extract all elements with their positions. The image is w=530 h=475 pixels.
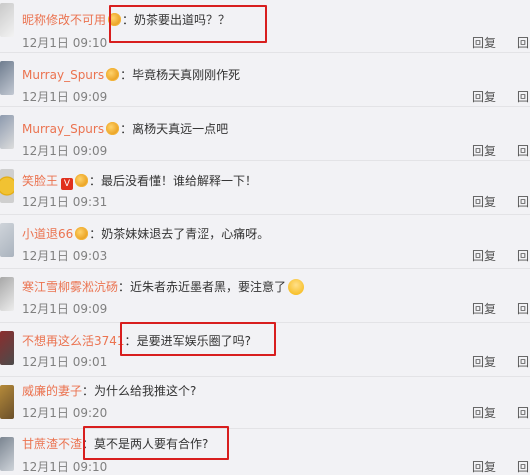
reply-button-partial[interactable]: 回 [517,404,529,421]
username[interactable]: Murray_Spurs [22,68,104,82]
reply-button[interactable]: 回复 [472,34,496,51]
comment-text: 奶茶妹妹退去了青涩，心痛呀。 [101,227,270,241]
username[interactable]: 笑脸王 [22,174,58,188]
reply-button[interactable]: 回复 [472,142,496,159]
avatar[interactable] [0,115,14,149]
username[interactable]: 寒江雪柳雾淞沆砀 [22,280,118,294]
avatar[interactable] [0,3,14,37]
timestamp: 12月1日 09:10 [22,36,108,50]
comment-list: 昵称修改不可用 ：奶茶要出道吗？？ 12月1日 09:10 回复 回 Murray… [0,0,530,475]
comment-text: 是要进军娱乐圈了吗? [136,334,251,348]
reply-button-partial[interactable]: 回 [517,88,529,105]
timestamp: 12月1日 09:09 [22,302,108,316]
comment-item: 笑脸王 V ：最后没看懂！谁给解释一下！ 12月1日 09:31 回复 回 [0,160,530,215]
reply-button-partial[interactable]: 回 [517,34,529,51]
timestamp: 12月1日 09:01 [22,355,108,369]
comment-text: 最后没看懂！谁给解释一下！ [101,174,258,188]
username[interactable]: 不想再这么活3741 [22,334,125,348]
member-badge-icon [106,68,120,81]
reply-button[interactable]: 回复 [472,300,496,317]
vip-badge-icon: V [61,178,74,190]
reply-button[interactable]: 回复 [472,404,496,421]
comment-item: 甘蔗渣不渣：莫不是两人要有合作? 12月1日 09:10 回复 回 [0,428,530,475]
comment-text: 为什么给我推这个? [94,384,197,398]
comment-text: 近朱者赤近墨者黑，要注意了 [130,280,287,294]
username[interactable]: Murray_Spurs [22,122,104,136]
reply-button-partial[interactable]: 回 [517,193,529,210]
timestamp: 12月1日 09:10 [22,460,108,474]
comment-item: Murray_Spurs ：毕竟杨天真刚刚作死 12月1日 09:09 回复 回 [0,52,530,107]
avatar[interactable] [0,331,14,365]
username[interactable]: 威廉的妻子 [22,384,82,398]
comment-item: 昵称修改不可用 ：奶茶要出道吗？？ 12月1日 09:10 回复 回 [0,0,530,53]
member-badge-icon [106,122,120,135]
reply-button[interactable]: 回复 [472,247,496,264]
member-badge-icon [75,227,89,240]
reply-button-partial[interactable]: 回 [517,247,529,264]
username[interactable]: 昵称修改不可用 [22,13,106,27]
avatar[interactable] [0,385,14,419]
reply-button[interactable]: 回复 [472,88,496,105]
username[interactable]: 甘蔗渣不渣 [22,437,82,451]
member-badge-icon [75,174,89,187]
comment-item: 不想再这么活3741：是要进军娱乐圈了吗? 12月1日 09:01 回复 回 [0,322,530,377]
reply-button-partial[interactable]: 回 [517,300,529,317]
comment-text: 离杨天真远一点吧 [132,122,229,136]
reply-button[interactable]: 回复 [472,353,496,370]
reply-button-partial[interactable]: 回 [517,353,529,370]
avatar[interactable] [0,169,14,203]
timestamp: 12月1日 09:03 [22,249,108,263]
comment-text: 莫不是两人要有合作? [94,437,209,451]
reply-button[interactable]: 回复 [472,193,496,210]
comment-item: 寒江雪柳雾淞沆砀：近朱者赤近墨者黑，要注意了 12月1日 09:09 回复 回 [0,268,530,323]
avatar[interactable] [0,437,14,471]
avatar[interactable] [0,61,14,95]
avatar[interactable] [0,277,14,311]
comment-text: 奶茶要出道吗？？ [134,13,231,27]
timestamp: 12月1日 09:09 [22,144,108,158]
comment-text: 毕竟杨天真刚刚作死 [132,68,241,82]
reply-button-partial[interactable]: 回 [517,458,529,475]
comment-item: Murray_Spurs ：离杨天真远一点吧 12月1日 09:09 回复 回 [0,106,530,161]
username[interactable]: 小道退66 [22,227,73,241]
avatar[interactable] [0,223,14,257]
member-badge-icon [108,13,122,26]
timestamp: 12月1日 09:09 [22,90,108,104]
reply-button[interactable]: 回复 [472,458,496,475]
timestamp: 12月1日 09:20 [22,406,108,420]
timestamp: 12月1日 09:31 [22,195,108,209]
comment-item: 小道退66 ：奶茶妹妹退去了青涩，心痛呀。 12月1日 09:03 回复 回 [0,214,530,269]
laughing-emoji-icon [288,279,305,295]
reply-button-partial[interactable]: 回 [517,142,529,159]
comment-item: 威廉的妻子：为什么给我推这个? 12月1日 09:20 回复 回 [0,376,530,429]
